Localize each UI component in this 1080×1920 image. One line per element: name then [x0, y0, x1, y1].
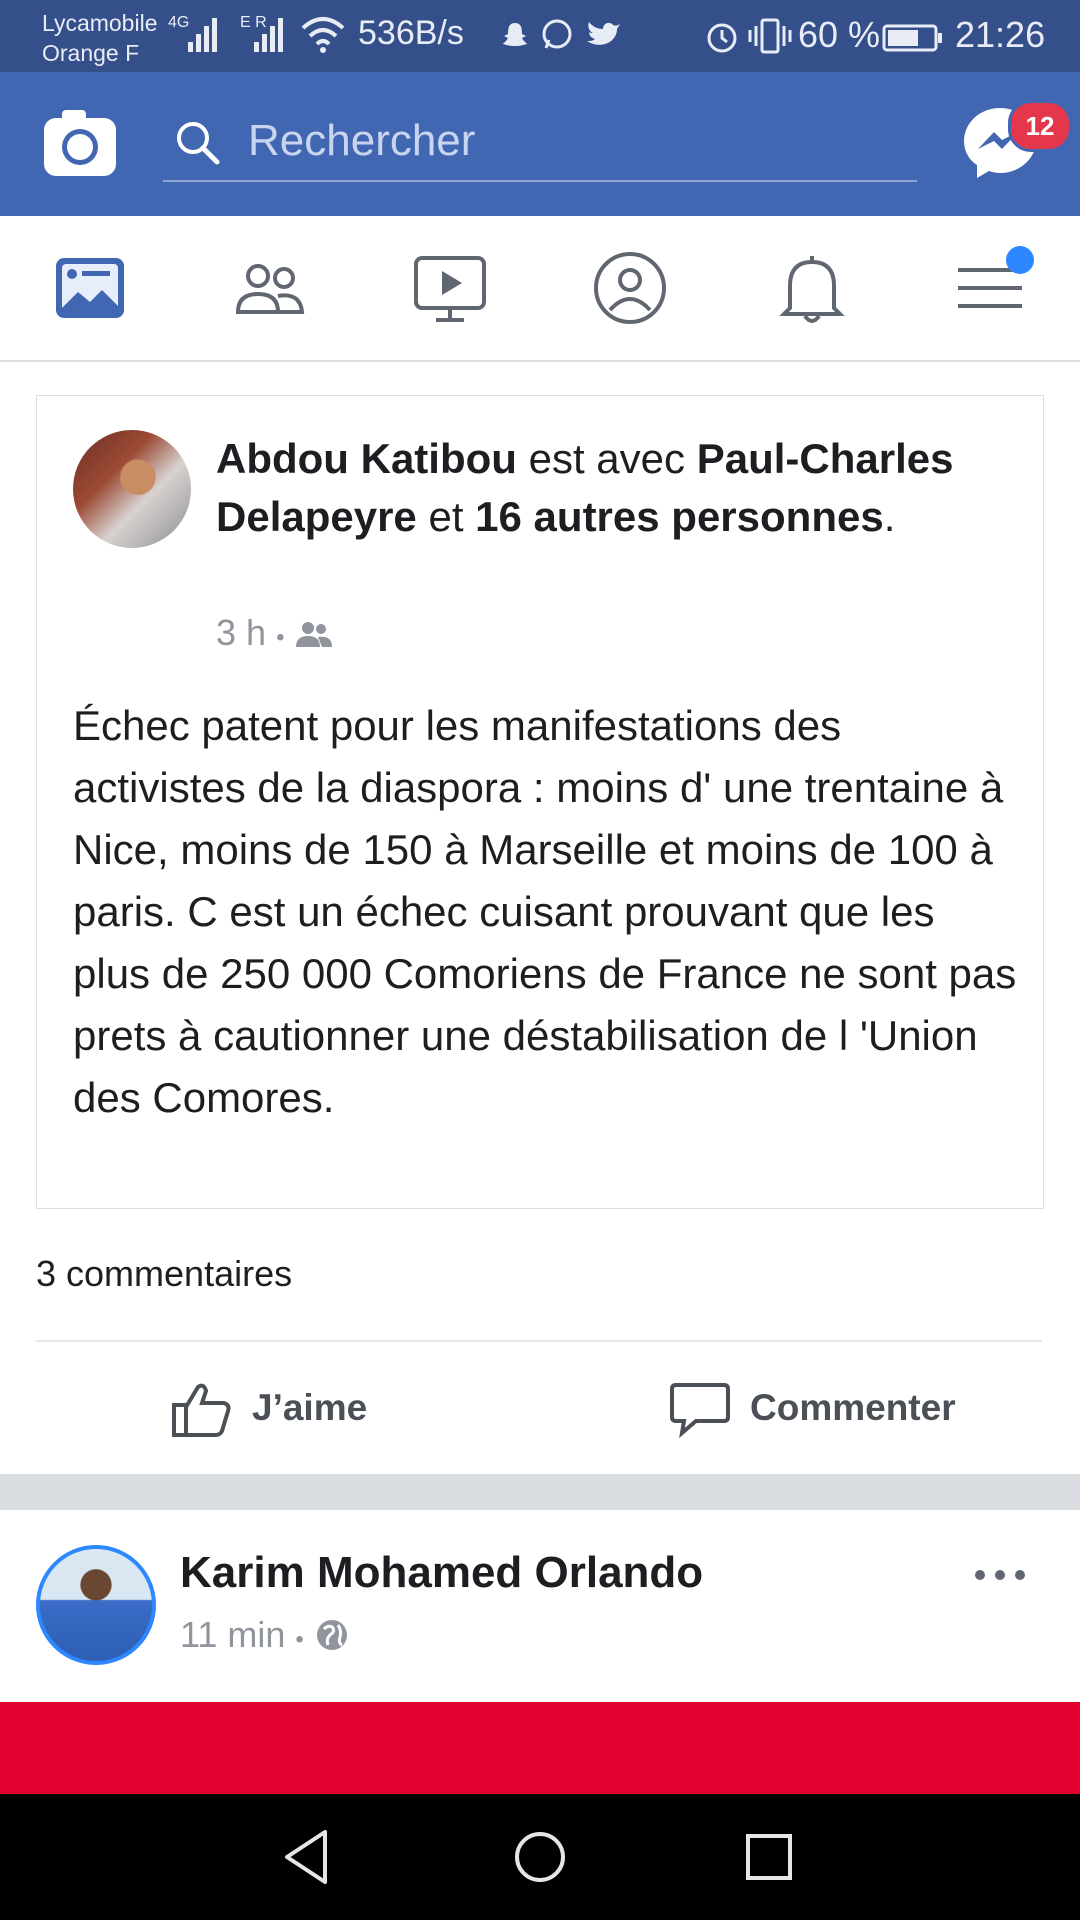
tab-friends[interactable] [230, 248, 310, 328]
globe-icon [316, 1620, 347, 1650]
tab-bar [0, 216, 1080, 362]
camera-icon[interactable] [40, 102, 120, 182]
avatar[interactable] [36, 1545, 156, 1665]
post-body: Échec patent pour les manifestations des… [73, 702, 1017, 1121]
feed-separator [0, 1474, 1080, 1510]
post-time[interactable]: 11 min [180, 1614, 285, 1655]
alarm-icon [707, 23, 737, 53]
home-icon[interactable] [507, 1824, 573, 1890]
network-type-1: 4G [168, 14, 190, 31]
separator-dot: • [276, 624, 285, 651]
like-icon [172, 1383, 231, 1437]
clock: 21:26 [955, 14, 1046, 55]
twitter-icon [587, 22, 620, 45]
messenger-badge: 12 [1008, 100, 1072, 152]
tab-notifications[interactable] [772, 248, 852, 328]
comments-count[interactable]: 3 commentaires [36, 1253, 292, 1295]
tab-news-feed[interactable] [50, 248, 130, 328]
separator-dot: • [295, 1626, 304, 1653]
menu-notification-dot [1006, 246, 1034, 274]
system-navigation-bar [0, 1794, 1080, 1920]
others-link[interactable]: 16 autres personnes [475, 493, 884, 540]
post-image-preview[interactable] [0, 1702, 1080, 1794]
friends-audience-icon [296, 622, 333, 647]
author-name[interactable]: Abdou Katibou [216, 435, 517, 482]
net-speed: 536B/s [358, 14, 464, 52]
whatsapp-icon [542, 19, 572, 49]
author-name[interactable]: Karim Mohamed Orlando [180, 1548, 703, 1598]
carrier-1: Lycamobile [42, 10, 158, 36]
carrier-2: Orange F [42, 40, 140, 66]
comment-icon [670, 1383, 730, 1439]
like-label: J’aime [252, 1387, 368, 1428]
post-headline: Abdou Katibou est avec Paul-Charles Dela… [216, 430, 1016, 546]
battery-percent: 60 % [798, 14, 881, 55]
carrier-names: Lycamobile Orange F [42, 8, 157, 68]
avatar[interactable] [73, 430, 191, 548]
and-text: et [416, 493, 476, 540]
divider [36, 1340, 1042, 1342]
tab-watch[interactable] [410, 248, 490, 328]
search-bar[interactable] [163, 100, 917, 182]
more-options-icon[interactable] [970, 1560, 1030, 1590]
search-input[interactable] [246, 112, 890, 170]
next-post[interactable]: Karim Mohamed Orlando 11 min • [0, 1510, 1080, 1702]
post-meta: 3 h • [216, 612, 334, 654]
wifi-icon [301, 17, 345, 53]
tab-profile[interactable] [590, 248, 670, 328]
back-icon[interactable] [275, 1824, 341, 1890]
signal-icon [188, 18, 217, 52]
post-time[interactable]: 3 h [216, 612, 266, 653]
recents-icon[interactable] [736, 1824, 802, 1890]
battery-icon [882, 24, 942, 52]
vibrate-icon [748, 18, 792, 54]
comment-label: Commenter [750, 1387, 956, 1428]
signal-icon-2 [254, 18, 283, 52]
post-meta: 11 min • [180, 1614, 350, 1656]
with-text: est avec [516, 435, 697, 482]
period: . [883, 493, 896, 540]
search-icon [177, 122, 220, 165]
top-app-bar: 12 [0, 72, 1080, 216]
status-bar: Lycamobile Orange F 4G E R 536B/s 60 % 2… [0, 0, 1080, 72]
snapchat-icon [503, 23, 527, 46]
